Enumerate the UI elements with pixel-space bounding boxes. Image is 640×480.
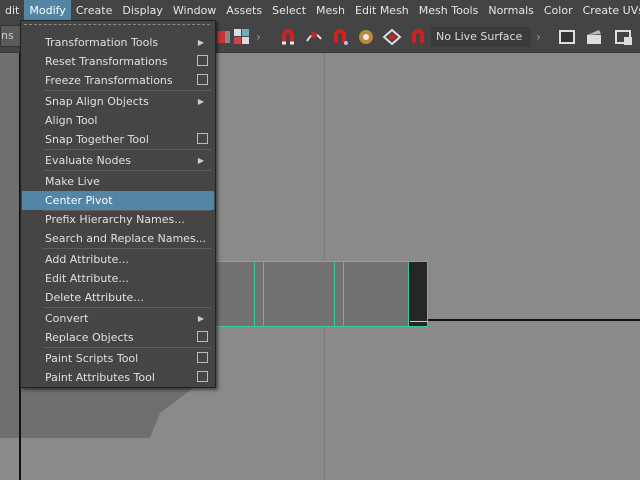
pivot-marker — [410, 321, 428, 322]
option-box-icon[interactable] — [197, 133, 208, 144]
menu-item-search-and-replace-names[interactable]: Search and Replace Names... — [22, 229, 214, 248]
menu-item-prefix-hierarchy-names[interactable]: Prefix Hierarchy Names... — [22, 210, 214, 229]
menu-item-label: Evaluate Nodes — [45, 154, 131, 167]
snap-to-curve-icon[interactable] — [304, 27, 324, 47]
menu-item-label: Add Attribute... — [45, 253, 129, 266]
menu-item-replace-objects[interactable]: Replace Objects — [22, 328, 214, 347]
menu-color[interactable]: Color — [539, 0, 578, 22]
menu-item-label: Edit Attribute... — [45, 272, 129, 285]
menu-divider — [43, 307, 211, 308]
snap-icon[interactable] — [214, 27, 234, 47]
menu-item-label: Align Tool — [45, 114, 98, 127]
menu-item-label: Delete Attribute... — [45, 291, 144, 304]
menu-item-label: Make Live — [45, 175, 100, 188]
menu-item-label: Paint Attributes Tool — [45, 371, 155, 384]
menu-item-label: Snap Together Tool — [45, 133, 149, 146]
menu-divider — [43, 248, 211, 249]
menu-item-freeze-transformations[interactable]: Freeze Transformations — [22, 71, 214, 90]
menu-item-label: Freeze Transformations — [45, 74, 173, 87]
menu-item-label: Snap Align Objects — [45, 95, 149, 108]
menu-item-align-tool[interactable]: Align Tool — [22, 111, 214, 130]
menu-create-uvs[interactable]: Create UVs — [578, 0, 640, 22]
render-icon[interactable] — [584, 27, 604, 47]
menu-edit-mesh[interactable]: Edit Mesh — [350, 0, 414, 22]
menu-item-label: Convert — [45, 312, 89, 325]
menu-item-snap-align-objects[interactable]: Snap Align Objects ▶ — [22, 92, 214, 111]
submenu-arrow-icon: ▶ — [197, 97, 204, 106]
option-box-icon[interactable] — [197, 331, 208, 342]
option-box-icon[interactable] — [197, 74, 208, 85]
menu-item-transformation-tools[interactable]: Transformation Tools ▶ — [22, 33, 214, 52]
menu-item-label: Prefix Hierarchy Names... — [45, 213, 185, 226]
menu-item-add-attribute[interactable]: Add Attribute... — [22, 250, 214, 269]
submenu-arrow-icon: ▶ — [197, 314, 204, 323]
live-surface-field[interactable]: No Live Surface — [431, 27, 531, 47]
selected-mesh-end-cap[interactable] — [408, 261, 428, 327]
menu-select[interactable]: Select — [267, 0, 311, 22]
menu-item-center-pivot[interactable]: Center Pivot — [22, 191, 214, 210]
menu-item-label: Transformation Tools — [45, 36, 159, 49]
menu-divider — [43, 90, 211, 91]
ipr-render-icon[interactable] — [614, 27, 634, 47]
menu-modify[interactable]: Modify — [24, 0, 71, 22]
snap-to-projected-center-icon[interactable] — [356, 27, 376, 47]
menu-divider — [43, 347, 211, 348]
menu-display[interactable]: Display — [117, 0, 168, 22]
menu-create[interactable]: Create — [71, 0, 118, 22]
option-box-icon[interactable] — [197, 371, 208, 382]
menu-item-label: Search and Replace Names... — [45, 232, 207, 245]
modify-menu: Transformation Tools ▶ Reset Transformat… — [20, 20, 216, 388]
selected-mesh-segment[interactable] — [343, 261, 409, 327]
mode-selector[interactable]: ns — [0, 25, 21, 47]
menu-item-label: Center Pivot — [45, 194, 113, 207]
menu-item-label: Reset Transformations — [45, 55, 168, 68]
option-box-icon[interactable] — [197, 352, 208, 363]
make-live-icon[interactable] — [408, 27, 428, 47]
selected-mesh-segment[interactable] — [263, 261, 335, 327]
menu-normals[interactable]: Normals — [483, 0, 539, 22]
submenu-arrow-icon: ▶ — [197, 38, 204, 47]
menu-edit[interactable]: dit — [0, 0, 24, 22]
menu-item-label: Replace Objects — [45, 331, 134, 344]
menu-item-convert[interactable]: Convert ▶ — [22, 309, 214, 328]
menu-item-delete-attribute[interactable]: Delete Attribute... — [22, 288, 214, 307]
collapse-arrow-icon[interactable]: › — [536, 29, 542, 45]
menu-divider — [43, 149, 211, 150]
menubar: dit Modify Create Display Window Assets … — [0, 0, 640, 22]
menu-assets[interactable]: Assets — [221, 0, 267, 22]
render-view-icon[interactable] — [557, 27, 577, 47]
menu-window[interactable]: Window — [168, 0, 221, 22]
submenu-arrow-icon: ▶ — [197, 156, 204, 165]
menu-tear-off[interactable] — [24, 24, 210, 25]
select-by-hierarchy-icon[interactable] — [232, 27, 252, 47]
menu-item-snap-together-tool[interactable]: Snap Together Tool — [22, 130, 214, 149]
menu-mesh[interactable]: Mesh — [311, 0, 350, 22]
menu-item-evaluate-nodes[interactable]: Evaluate Nodes ▶ — [22, 151, 214, 170]
option-box-icon[interactable] — [197, 55, 208, 66]
menu-item-reset-transformations[interactable]: Reset Transformations — [22, 52, 214, 71]
menu-item-label: Paint Scripts Tool — [45, 352, 139, 365]
collapse-arrow-icon[interactable]: › — [256, 29, 262, 45]
menu-divider — [43, 170, 211, 171]
axis-line-horizontal — [410, 319, 640, 321]
snap-to-grid-icon[interactable] — [278, 27, 298, 47]
menu-mesh-tools[interactable]: Mesh Tools — [414, 0, 484, 22]
menu-item-make-live[interactable]: Make Live — [22, 172, 214, 191]
snap-to-view-plane-icon[interactable] — [382, 27, 402, 47]
snap-to-point-icon[interactable] — [330, 27, 350, 47]
menu-item-paint-scripts-tool[interactable]: Paint Scripts Tool — [22, 349, 214, 368]
menu-item-edit-attribute[interactable]: Edit Attribute... — [22, 269, 214, 288]
menu-item-paint-attributes-tool[interactable]: Paint Attributes Tool — [22, 368, 214, 387]
